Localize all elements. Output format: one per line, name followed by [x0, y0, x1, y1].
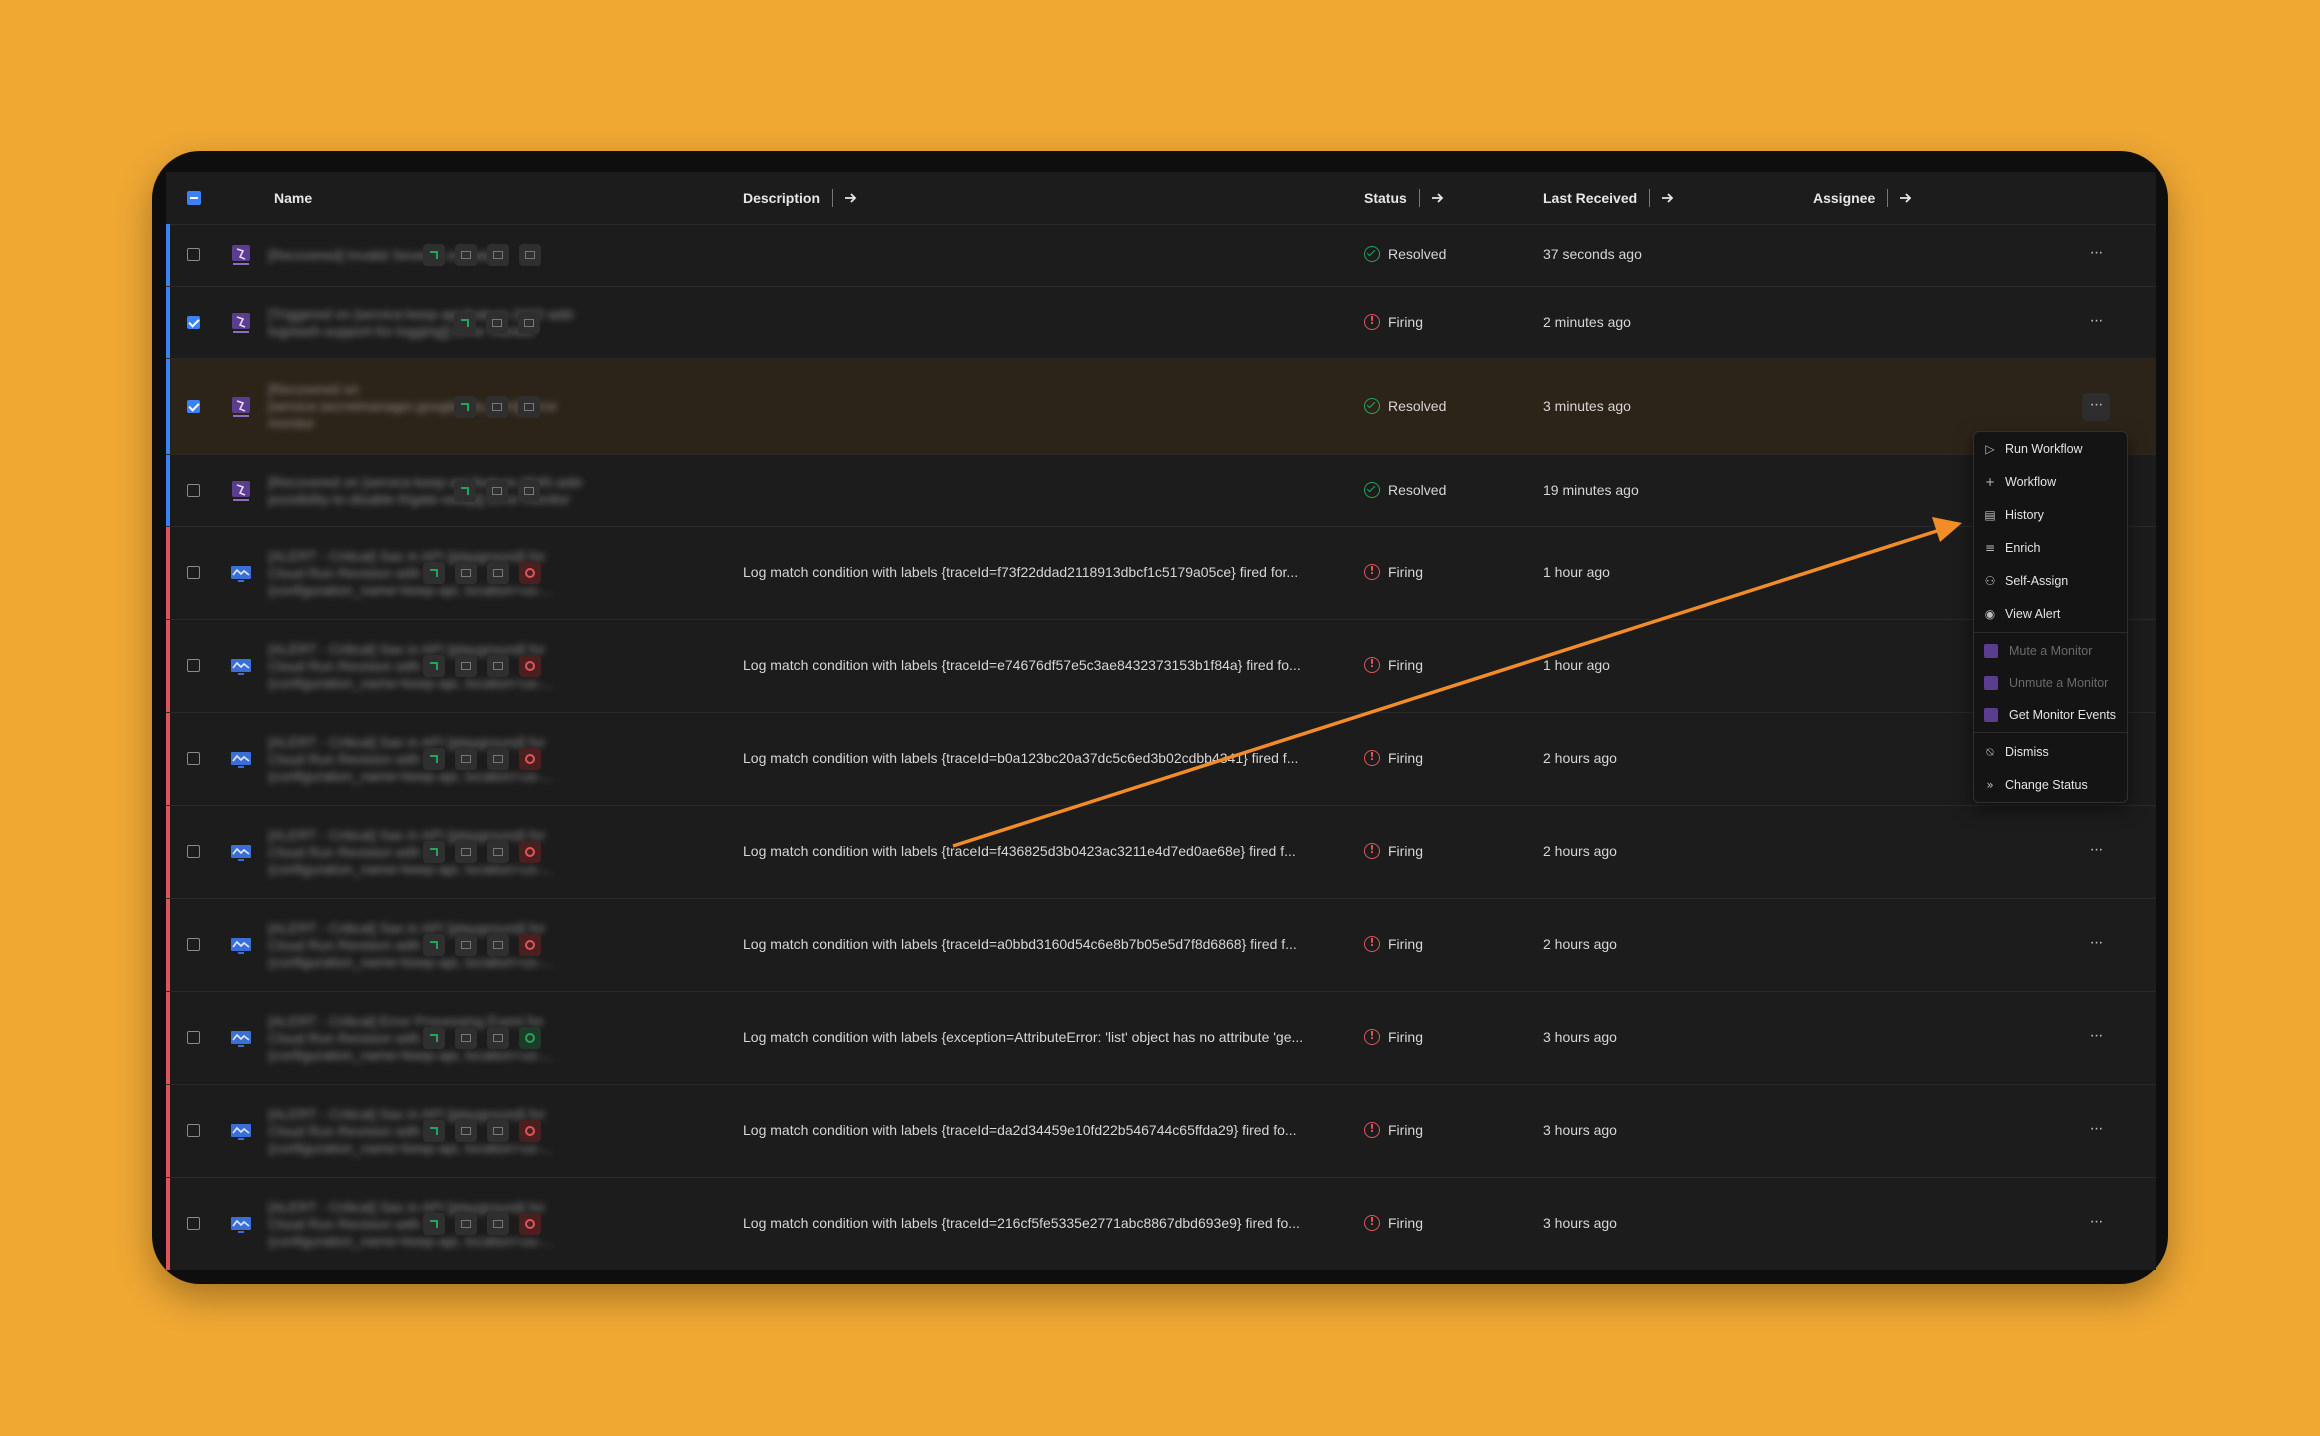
annotation-arrow [952, 517, 1962, 848]
